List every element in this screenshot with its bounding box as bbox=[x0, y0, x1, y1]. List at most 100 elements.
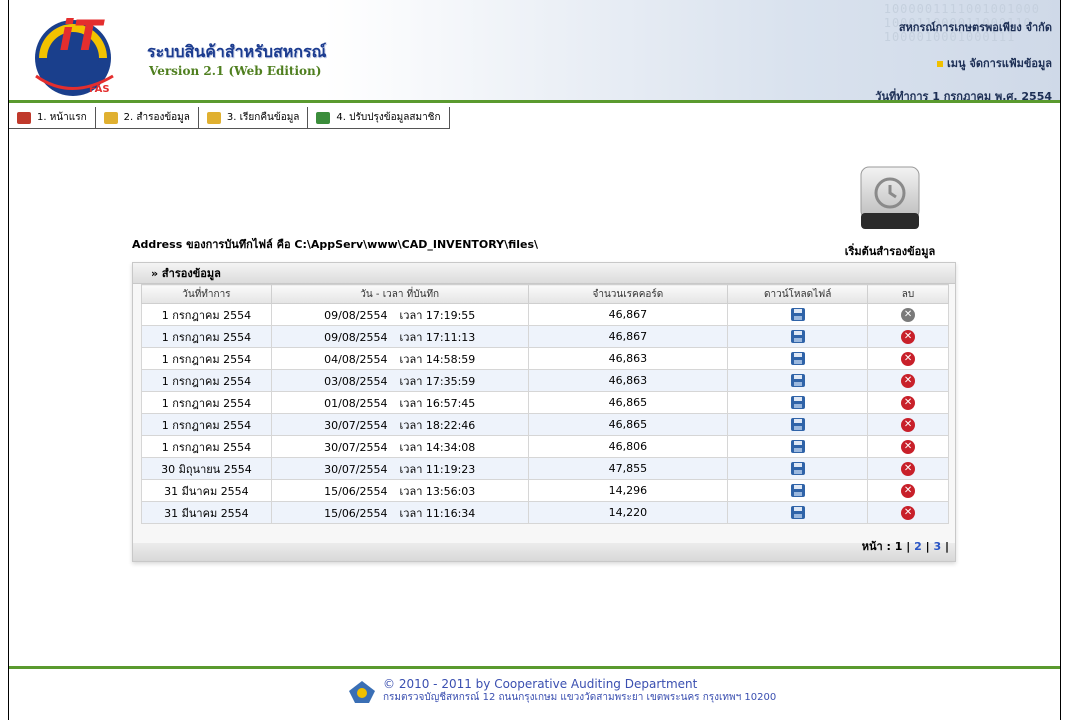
saved-date: 15/06/2554 bbox=[324, 484, 388, 498]
table-header: วันที่ทำการ วัน - เวลา ที่บันทึก จำนวนเร… bbox=[141, 284, 949, 304]
saved-date: 30/07/2554 bbox=[324, 418, 388, 432]
time-machine-icon bbox=[860, 166, 920, 229]
backup-panel: » สำรองข้อมูล วันที่ทำการ วัน - เวลา ที่… bbox=[132, 262, 956, 562]
cell-delete: ✕ bbox=[867, 303, 949, 326]
col-work-date: วันที่ทำการ bbox=[141, 284, 272, 304]
menu-backup[interactable]: 2. สำรองข้อมูล bbox=[95, 107, 199, 129]
cell-work-date: 1 กรกฎาคม 2554 bbox=[141, 325, 272, 348]
delete-icon[interactable]: ✕ bbox=[901, 505, 916, 520]
cell-work-date: 31 มีนาคม 2554 bbox=[141, 501, 272, 524]
delete-icon[interactable]: ✕ bbox=[901, 417, 916, 432]
menu-members-label: 4. ปรับปรุงข้อมูลสมาชิก bbox=[336, 112, 441, 123]
delete-icon[interactable]: ✕ bbox=[901, 395, 916, 410]
cell-saved-time: 09/08/2554 เวลา 17:19:55 bbox=[270, 303, 529, 326]
cell-download bbox=[727, 413, 869, 436]
download-icon[interactable] bbox=[790, 308, 805, 322]
app-version: Version 2.1 (Web Edition) bbox=[149, 64, 322, 78]
saved-date: 04/08/2554 bbox=[324, 352, 388, 366]
menu-home-label: 1. หน้าแรก bbox=[37, 112, 87, 123]
pager-separator: | bbox=[925, 540, 930, 553]
panel-footer bbox=[133, 543, 955, 561]
main-menu: 1. หน้าแรก 2. สำรองข้อมูล 3. เรียกคืนข้อ… bbox=[9, 107, 450, 129]
saved-time: เวลา 11:16:34 bbox=[399, 506, 476, 520]
delete-icon[interactable]: ✕ bbox=[901, 329, 916, 344]
svg-text:FAS: FAS bbox=[89, 84, 110, 95]
cell-records: 46,867 bbox=[527, 303, 729, 326]
cell-saved-time: 01/08/2554 เวลา 16:57:45 bbox=[270, 391, 529, 414]
svg-text:iT: iT bbox=[59, 11, 105, 60]
page-link-3[interactable]: 3 bbox=[933, 540, 941, 553]
download-icon[interactable] bbox=[790, 506, 805, 520]
saved-date: 01/08/2554 bbox=[324, 396, 388, 410]
download-icon[interactable] bbox=[790, 330, 805, 344]
delete-icon[interactable]: ✕ bbox=[901, 351, 916, 366]
saved-time: เวลา 17:19:55 bbox=[399, 308, 476, 322]
cell-delete: ✕ bbox=[867, 435, 949, 458]
download-icon[interactable] bbox=[790, 396, 805, 410]
cell-download bbox=[727, 347, 869, 370]
delete-icon[interactable]: ✕ bbox=[901, 373, 916, 388]
cell-delete: ✕ bbox=[867, 457, 949, 480]
cell-delete: ✕ bbox=[867, 347, 949, 370]
pager-label: หน้า : 1 | bbox=[861, 540, 911, 553]
delete-icon[interactable]: ✕ bbox=[901, 439, 916, 454]
menu-restore[interactable]: 3. เรียกคืนข้อมูล bbox=[198, 107, 309, 129]
restore-icon bbox=[206, 111, 221, 124]
footer-divider bbox=[9, 666, 1060, 669]
col-download: ดาวน์โหลดไฟล์ bbox=[727, 284, 869, 304]
department-seal-icon bbox=[349, 680, 375, 703]
cell-records: 46,863 bbox=[527, 347, 729, 370]
menu-members[interactable]: 4. ปรับปรุงข้อมูลสมาชิก bbox=[308, 107, 450, 129]
cell-saved-time: 30/07/2554 เวลา 11:19:23 bbox=[270, 457, 529, 480]
delete-icon[interactable]: ✕ bbox=[901, 461, 916, 476]
cell-work-date: 31 มีนาคม 2554 bbox=[141, 479, 272, 502]
cell-delete: ✕ bbox=[867, 501, 949, 524]
download-icon[interactable] bbox=[790, 440, 805, 454]
cell-delete: ✕ bbox=[867, 391, 949, 414]
download-icon[interactable] bbox=[790, 374, 805, 388]
cell-download bbox=[727, 391, 869, 414]
copyright: © 2010 - 2011 by Cooperative Auditing De… bbox=[383, 677, 698, 691]
saved-time: เวลา 14:58:59 bbox=[399, 352, 476, 366]
saved-date: 09/08/2554 bbox=[324, 330, 388, 344]
cell-delete: ✕ bbox=[867, 325, 949, 348]
cell-delete: ✕ bbox=[867, 369, 949, 392]
cell-records: 46,806 bbox=[527, 435, 729, 458]
delete-icon[interactable]: ✕ bbox=[901, 483, 916, 498]
cell-saved-time: 15/06/2554 เวลา 11:16:34 bbox=[270, 501, 529, 524]
cell-saved-time: 30/07/2554 เวลา 14:34:08 bbox=[270, 435, 529, 458]
saved-date: 30/07/2554 bbox=[324, 462, 388, 476]
saved-time: เวลา 17:35:59 bbox=[399, 374, 476, 388]
download-icon[interactable] bbox=[790, 484, 805, 498]
current-menu: เมนู จัดการแฟ้มข้อมูล bbox=[937, 54, 1052, 72]
cell-download bbox=[727, 435, 869, 458]
cell-work-date: 1 กรกฎาคม 2554 bbox=[141, 435, 272, 458]
table-row: 30 มิถุนายน 2554 30/07/2554 เวลา 11:19:23 4… bbox=[141, 457, 949, 480]
cell-records: 47,855 bbox=[527, 457, 729, 480]
cell-records: 46,865 bbox=[527, 391, 729, 414]
cell-delete: ✕ bbox=[867, 413, 949, 436]
download-icon[interactable] bbox=[790, 462, 805, 476]
saved-time: เวลา 17:11:13 bbox=[399, 330, 476, 344]
app-title: ระบบสินค้าสำหรับสหกรณ์ bbox=[147, 42, 327, 61]
table-row: 31 มีนาคม 2554 15/06/2554 เวลา 13:56:03 14,… bbox=[141, 479, 949, 502]
download-icon[interactable] bbox=[790, 352, 805, 366]
table-row: 1 กรกฎาคม 2554 09/08/2554 เวลา 17:11:13 46,… bbox=[141, 325, 949, 348]
cell-records: 46,867 bbox=[527, 325, 729, 348]
saved-date: 09/08/2554 bbox=[324, 308, 388, 322]
work-date: วันที่ทำการ 1 กรกฎาคม พ.ศ. 2554 bbox=[875, 90, 1052, 103]
cell-work-date: 1 กรกฎาคม 2554 bbox=[141, 369, 272, 392]
page-link-2[interactable]: 2 bbox=[914, 540, 922, 553]
menu-restore-label: 3. เรียกคืนข้อมูล bbox=[226, 112, 300, 123]
start-backup-button[interactable]: เริ่มต้นสำรองข้อมูล bbox=[825, 165, 955, 260]
cell-records: 14,220 bbox=[527, 501, 729, 524]
cell-work-date: 1 กรกฎาคม 2554 bbox=[141, 413, 272, 436]
delete-icon: ✕ bbox=[901, 307, 916, 322]
start-backup-label: เริ่มต้นสำรองข้อมูล bbox=[844, 245, 936, 258]
menu-home[interactable]: 1. หน้าแรก bbox=[9, 107, 96, 129]
current-menu-label: เมนู จัดการแฟ้มข้อมูล bbox=[947, 57, 1052, 70]
backup-icon bbox=[103, 111, 118, 124]
download-icon[interactable] bbox=[790, 418, 805, 432]
table-row: 1 กรกฎาคม 2554 30/07/2554 เวลา 18:22:46 46,… bbox=[141, 413, 949, 436]
fas-logo: iT FAS bbox=[35, 11, 114, 96]
